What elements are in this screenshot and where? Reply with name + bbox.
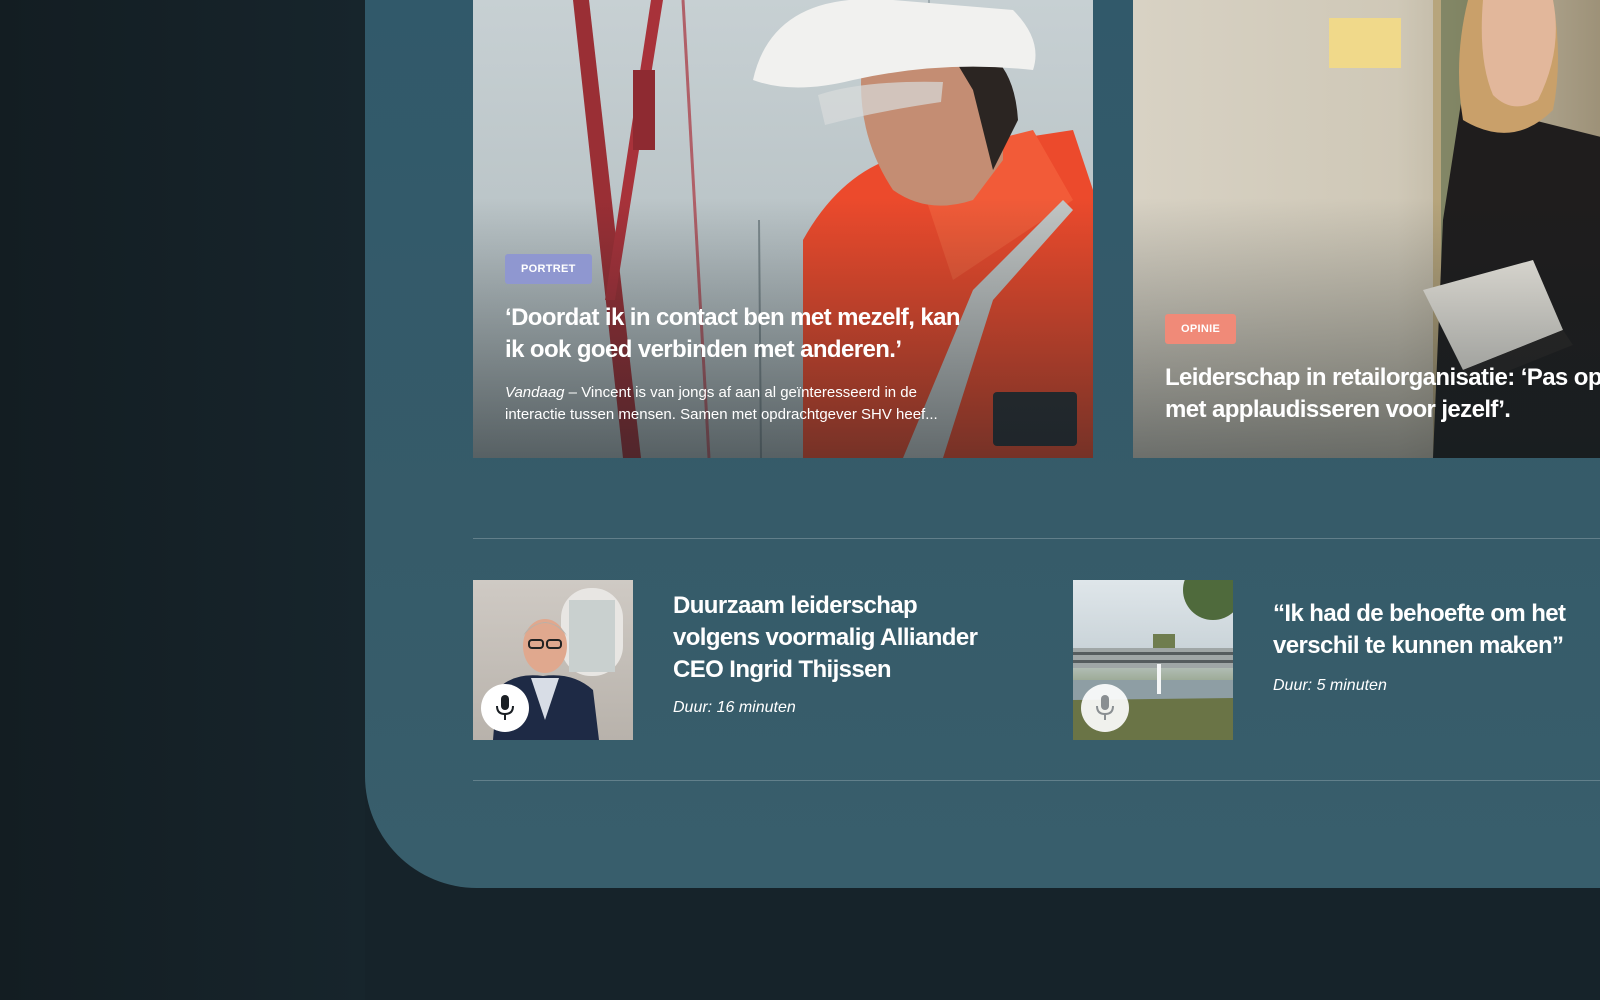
podcast-title[interactable]: Duurzaam leiderschap volgens voormalig A… xyxy=(673,590,1003,686)
feature-title[interactable]: ‘Doordat ik in contact ben met mezelf, k… xyxy=(505,302,965,366)
podcast-title[interactable]: “Ik had de behoefte om het verschil te k… xyxy=(1273,598,1600,662)
section-divider xyxy=(473,538,1600,539)
podcast-item[interactable]: “Ik had de behoefte om het verschil te k… xyxy=(1073,580,1600,740)
page-background-left xyxy=(0,0,365,1000)
podcast-item[interactable]: Duurzaam leiderschap volgens voormalig A… xyxy=(473,580,1033,740)
microphone-icon xyxy=(496,695,514,720)
microphone-icon xyxy=(1096,695,1114,720)
section-divider xyxy=(473,780,1600,781)
feature-card-opinie[interactable]: OPINIE Leiderschap in retailorganisatie:… xyxy=(1133,0,1600,458)
podcast-duration: Duur: 16 minuten xyxy=(673,699,796,716)
feature-title[interactable]: Leiderschap in retailorganisatie: ‘Pas o… xyxy=(1165,362,1600,426)
podcast-duration: Duur: 5 minuten xyxy=(1273,677,1387,694)
feature-excerpt: Vandaag – Vincent is van jongs af aan al… xyxy=(505,382,975,426)
podcast-thumbnail[interactable] xyxy=(473,580,633,740)
excerpt-text: – Vincent is van jongs af aan al geïnter… xyxy=(505,384,938,423)
category-tag[interactable]: OPINIE xyxy=(1165,314,1237,344)
excerpt-source: Vandaag xyxy=(505,384,565,401)
category-tag[interactable]: PORTRET xyxy=(505,254,592,284)
play-podcast-button[interactable] xyxy=(1081,684,1129,732)
podcast-thumbnail[interactable] xyxy=(1073,580,1233,740)
content-panel: PORTRET ‘Doordat ik in contact ben met m… xyxy=(365,0,1600,888)
play-podcast-button[interactable] xyxy=(481,684,529,732)
feature-card-portret[interactable]: PORTRET ‘Doordat ik in contact ben met m… xyxy=(473,0,1093,458)
